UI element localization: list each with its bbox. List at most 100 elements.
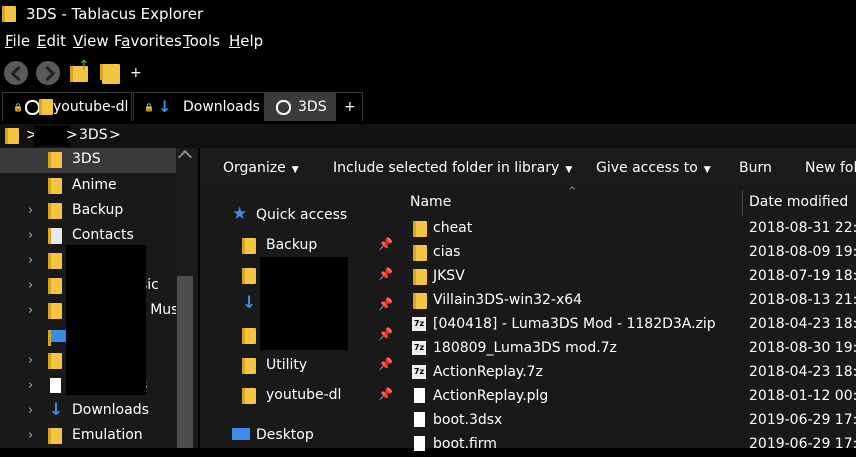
desktop-icon [232, 428, 250, 440]
organize-button[interactable]: Organize ▼ [223, 160, 299, 176]
chevron-right-icon[interactable]: › [28, 228, 33, 243]
pin-icon[interactable]: 📌 [378, 327, 393, 341]
dropdown-caret-icon: ▼ [565, 165, 573, 175]
chevron-right-icon[interactable]: › [28, 403, 33, 418]
pin-icon[interactable]: 📌 [378, 387, 393, 401]
column-name[interactable]: Name [410, 194, 451, 210]
file-row[interactable]: ActionReplay.plg 2018-01-12 00:3 [402, 385, 856, 409]
chevron-right-icon[interactable]: › [28, 278, 33, 293]
tab-3ds[interactable]: 3DS [265, 92, 335, 121]
file-row[interactable]: Villain3DS-win32-x64 2018-08-13 21:5 [402, 289, 856, 313]
nav-item-utility[interactable]: Utility 📌 [200, 351, 400, 381]
forward-button[interactable] [36, 61, 60, 85]
file-row[interactable]: cheat 2018-08-31 22:2 [402, 217, 856, 241]
chevron-right-icon[interactable]: › [28, 428, 33, 443]
include-in-library-button[interactable]: Include selected folder in library ▼ [333, 160, 572, 176]
chevron-right-icon[interactable]: › [28, 253, 33, 268]
nav-item-desktop[interactable]: Desktop [200, 421, 400, 451]
lock-icon: 🔒 [13, 103, 23, 112]
file-icon [414, 412, 425, 427]
new-folder-button[interactable]: New fol [805, 160, 856, 176]
nav-item-youtube-dl[interactable]: youtube-dl 📌 [200, 381, 400, 411]
folder-icon [48, 152, 62, 168]
file-name: cias [433, 244, 461, 260]
file-name: boot.3dsx [433, 412, 503, 428]
pin-icon[interactable]: 📌 [378, 357, 393, 371]
menu-tools[interactable]: Tools [183, 32, 220, 50]
tree-item-anime[interactable]: Anime [0, 174, 176, 199]
file-date: 2018-04-23 18:2 [749, 316, 856, 332]
quick-access[interactable]: ★ Quick access [200, 201, 400, 231]
lock-icon: 🔒 [144, 103, 154, 112]
file-date: 2018-08-13 21:5 [749, 292, 856, 308]
column-date-modified[interactable]: Date modified [749, 194, 848, 210]
file-row[interactable]: 7z ActionReplay.7z 2018-04-23 18:2 [402, 361, 856, 385]
give-access-button[interactable]: Give access to ▼ [596, 160, 711, 176]
file-date: 2018-07-19 18:0 [749, 268, 856, 284]
menu-file[interactable]: File [5, 32, 30, 50]
file-row[interactable]: cias 2018-08-09 19:5 [402, 241, 856, 265]
scrollbar-thumb[interactable] [177, 276, 193, 448]
tree-item-label: 3DS [72, 151, 101, 167]
7z-archive-icon: 7z [412, 317, 426, 331]
folder-icon [413, 245, 427, 261]
file-row[interactable]: boot.3dsx 2019-06-29 17:3 [402, 409, 856, 433]
tab-label: youtube-dl [53, 99, 129, 115]
file-icon [414, 388, 425, 403]
tree-item-downloads[interactable]: › ↓ Downloads [0, 399, 176, 424]
up-folder-button[interactable]: ↑ [68, 58, 94, 86]
tree-item-label: Backup [72, 202, 124, 218]
breadcrumb-3ds[interactable]: 3DS [79, 127, 108, 143]
file-row[interactable]: 7z 180809_Luma3DS mod.7z 2018-08-30 19:0 [402, 337, 856, 361]
file-date: 2019-06-29 17:3 [749, 412, 856, 428]
file-row[interactable]: JKSV 2018-07-19 18:0 [402, 265, 856, 289]
menu-view[interactable]: View [73, 32, 109, 50]
tree-item-backup[interactable]: › Backup [0, 199, 176, 224]
scroll-up-icon[interactable] [177, 149, 193, 165]
file-row[interactable]: 7z [040418] - Luma3DS Mod - 1182D3A.zip … [402, 313, 856, 337]
menu-edit[interactable]: Edit [37, 32, 66, 50]
add-button[interactable]: + [130, 65, 142, 81]
folder-icon [48, 253, 62, 269]
menu-help[interactable]: Help [229, 32, 263, 50]
chevron-right-icon[interactable]: › [28, 303, 33, 318]
file-name: Villain3DS-win32-x64 [433, 292, 583, 308]
column-divider[interactable] [742, 190, 743, 216]
new-tab-button[interactable]: + [335, 92, 363, 121]
tree-item-3ds[interactable]: 3DS [0, 148, 176, 173]
folder-icon [39, 99, 53, 115]
breadcrumb-separator[interactable]: > [109, 127, 121, 143]
chevron-right-icon[interactable]: › [28, 378, 33, 393]
7z-archive-icon: 7z [412, 341, 426, 355]
tree-scrollbar[interactable] [176, 148, 194, 448]
tab-bar: 🔒 youtube-dl 🔒 ↓ Downloads 3DS + [0, 92, 856, 122]
back-button[interactable] [4, 61, 28, 85]
tree-item-label: Anime [72, 177, 117, 193]
pin-icon[interactable]: 📌 [378, 237, 393, 251]
app-folder-icon [2, 6, 16, 22]
chevron-right-icon[interactable]: › [28, 203, 33, 218]
tab-downloads[interactable]: 🔒 ↓ Downloads [133, 92, 265, 121]
download-arrow-icon: ↓ [49, 400, 64, 420]
tab-youtube-dl[interactable]: 🔒 youtube-dl [2, 92, 132, 121]
file-row[interactable]: boot.firm 2019-06-29 17:3 [402, 433, 856, 457]
menu-favorites[interactable]: Favorites [114, 32, 182, 50]
column-header: ^ Name Date modified [402, 186, 856, 216]
pin-icon[interactable]: 📌 [378, 297, 393, 311]
breadcrumb-separator[interactable]: > [66, 127, 78, 143]
c-drive-icon [25, 100, 40, 115]
folder-tree-button[interactable] [98, 60, 124, 86]
sort-ascending-icon: ^ [568, 186, 577, 197]
folder-icon [242, 388, 256, 404]
address-bar[interactable]: > > 3DS > [0, 124, 856, 148]
chevron-right-icon[interactable]: › [28, 353, 33, 368]
tree-item-label: Emulation [72, 427, 143, 443]
pin-icon[interactable]: 📌 [378, 267, 393, 281]
tree-item-emulation[interactable]: › Emulation [0, 424, 176, 449]
burn-button[interactable]: Burn [739, 160, 772, 176]
redacted-area [260, 257, 348, 350]
nav-item-label: Utility [266, 357, 308, 373]
redacted-area [66, 245, 146, 395]
file-date: 2018-04-23 18:2 [749, 364, 856, 380]
quick-access-label: Quick access [256, 207, 348, 223]
